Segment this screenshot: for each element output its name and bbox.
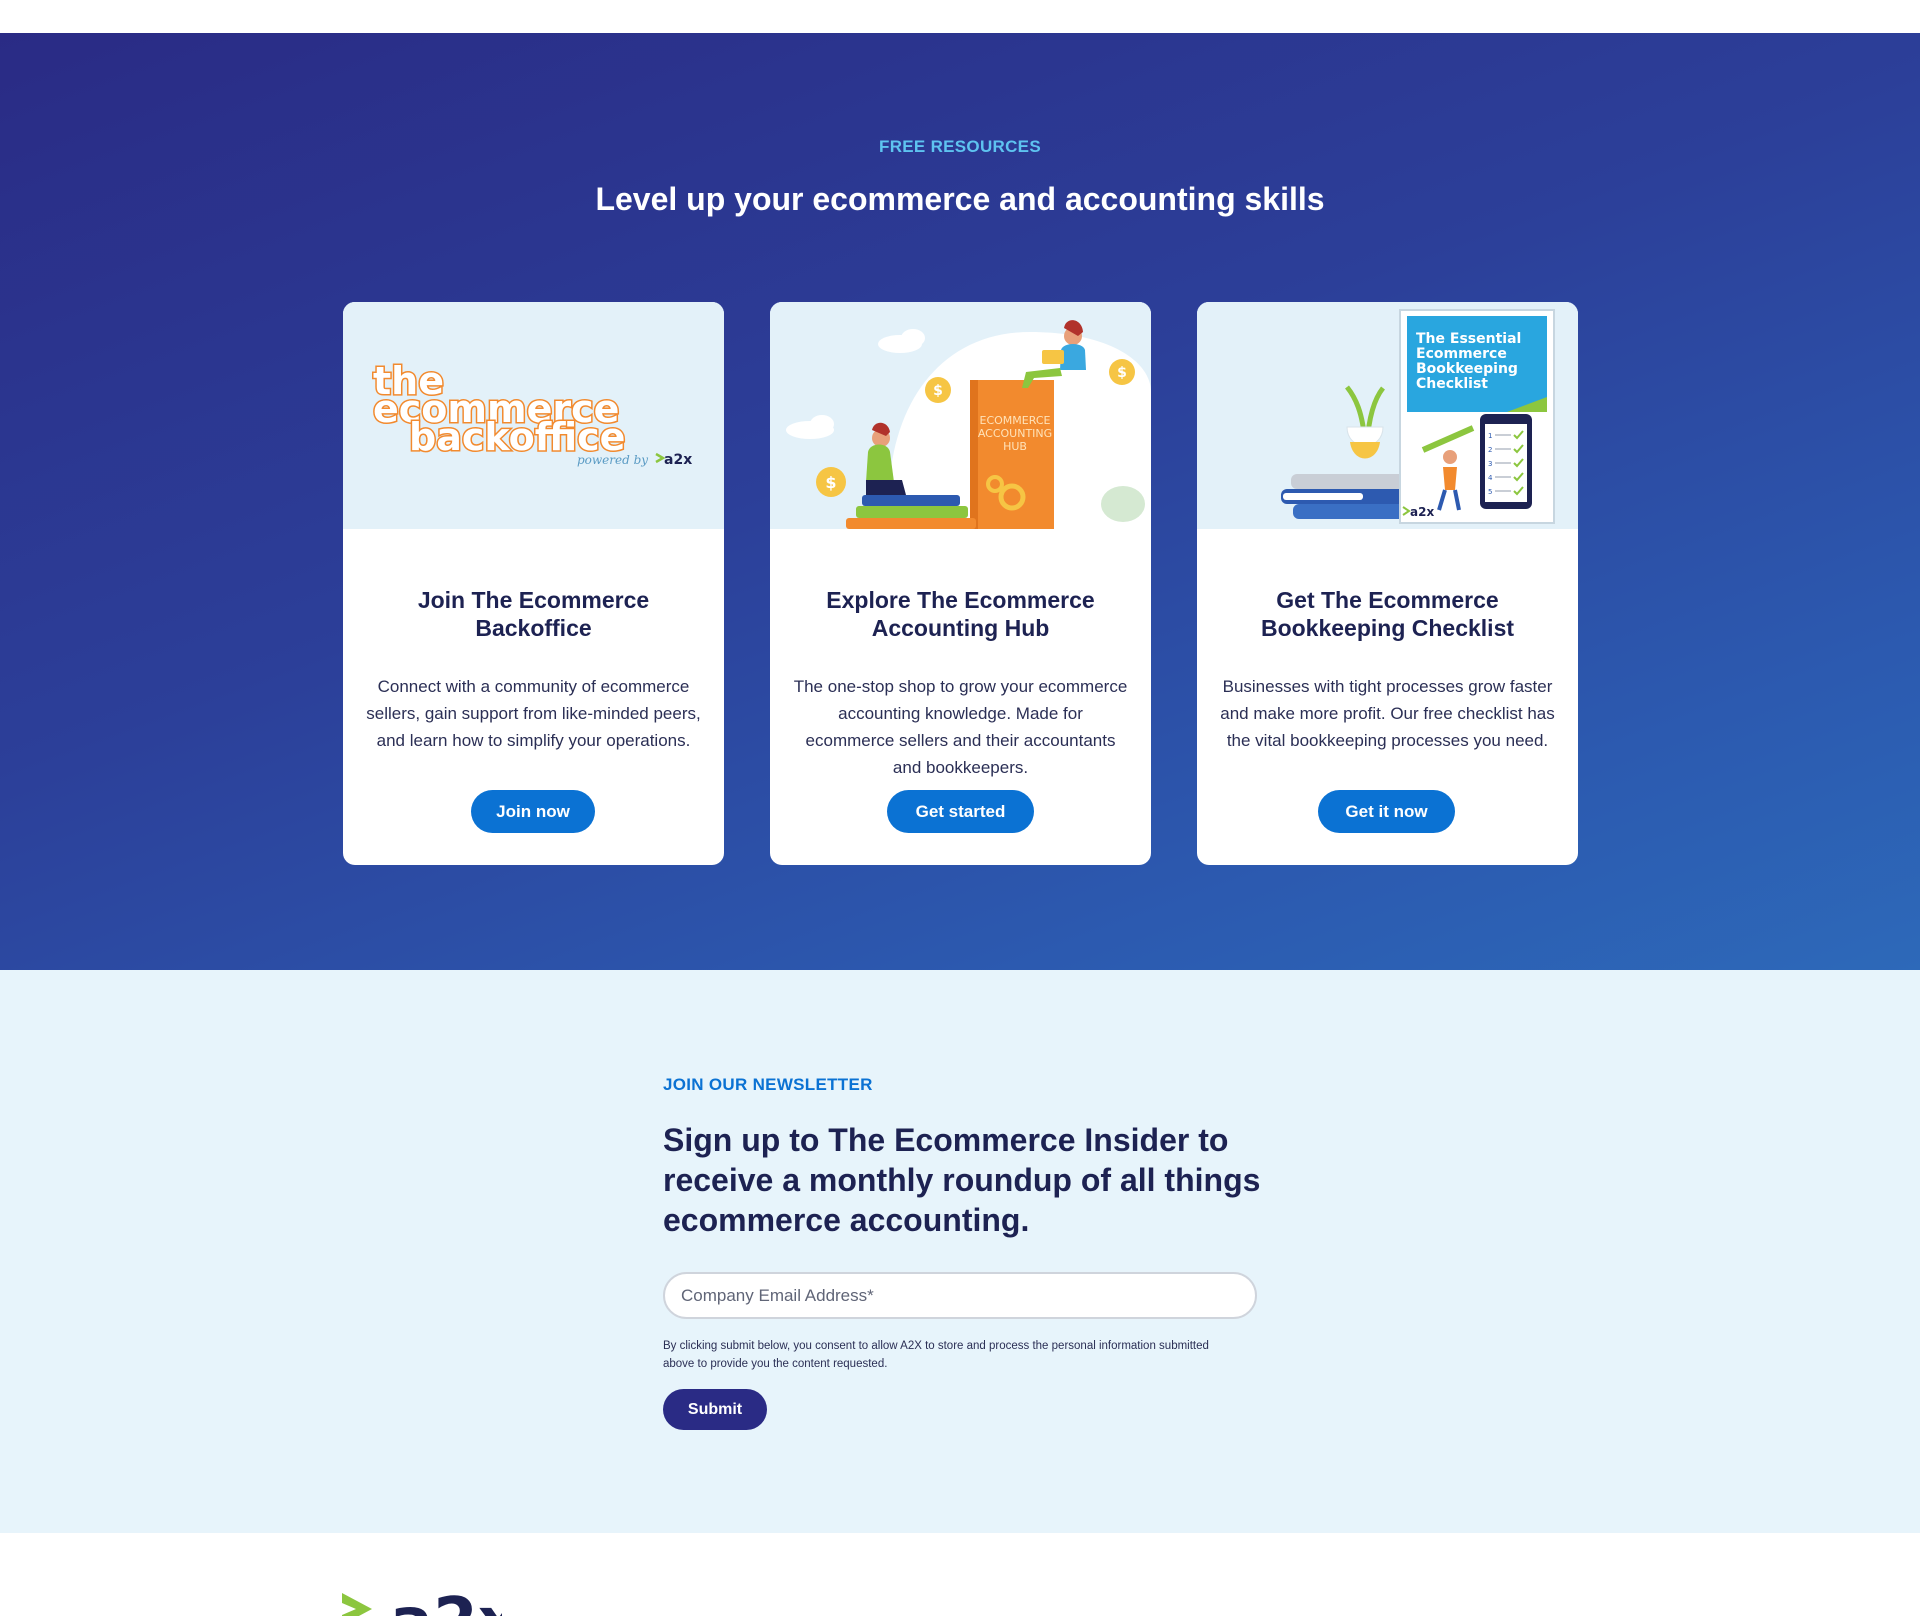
card-accounting-hub: $ $ $ ECOMMERCE ACCOUNTING HUB Explore T… (770, 302, 1151, 865)
svg-text:HUB: HUB (1003, 440, 1027, 453)
checklist-cover-icon: The Essential Ecommerce Bookkeeping Chec… (1399, 309, 1555, 524)
card-title: Explore The Ecommerce Accounting Hub (826, 587, 1095, 641)
accounting-hub-illustration: $ $ $ ECOMMERCE ACCOUNTING HUB (770, 302, 1151, 529)
card-description: Connect with a community of ecommerce se… (366, 677, 701, 750)
svg-text:The Essential: The Essential (1416, 331, 1521, 347)
free-resources-eyebrow: FREE RESOURCES (879, 137, 1041, 156)
newsletter-section: JOIN OUR NEWSLETTER Sign up to The Ecomm… (0, 970, 1920, 1533)
svg-text:Bookkeeping: Bookkeeping (1416, 361, 1518, 377)
svg-text:Ecommerce: Ecommerce (1416, 346, 1507, 362)
svg-text:ACCOUNTING: ACCOUNTING (978, 427, 1052, 440)
checklist-illustration: The Essential Ecommerce Bookkeeping Chec… (1197, 302, 1578, 529)
coin-icon: $ (925, 377, 951, 403)
company-email-field[interactable] (663, 1272, 1257, 1319)
svg-text:$: $ (825, 473, 836, 492)
svg-text:a2x: a2x (1410, 505, 1434, 519)
card-ecommerce-backoffice: the ecommerce backoffice powered by a2x … (343, 302, 724, 865)
svg-text:Checklist: Checklist (1416, 376, 1488, 392)
book-stack-icon (1281, 474, 1413, 519)
card-title: Join The Ecommerce Backoffice (417, 587, 650, 641)
submit-button[interactable]: Submit (663, 1389, 767, 1430)
consent-text: By clicking submit below, you consent to… (663, 1340, 1209, 1370)
a2x-mini-logo: a2x (664, 452, 692, 468)
coin-icon: $ (816, 467, 846, 497)
top-bar (0, 0, 1920, 33)
resources-title: Level up your ecommerce and accounting s… (595, 181, 1325, 217)
backoffice-logo-image: the ecommerce backoffice powered by a2x (343, 302, 724, 529)
newsletter-eyebrow: JOIN OUR NEWSLETTER (663, 1075, 873, 1094)
get-started-button[interactable]: Get started (887, 790, 1034, 833)
card-description: Businesses with tight processes grow fas… (1220, 677, 1555, 750)
svg-text:5: 5 (1488, 488, 1492, 496)
card-title: Get The Ecommerce Bookkeeping Checklist (1260, 587, 1515, 641)
get-it-now-button[interactable]: Get it now (1318, 790, 1455, 833)
powered-by-text: powered by (577, 453, 648, 467)
svg-text:1: 1 (1488, 432, 1492, 440)
footer: a2x (0, 1533, 1920, 1616)
a2x-logo[interactable]: a2x (342, 1591, 502, 1616)
svg-text:2: 2 (1488, 446, 1492, 454)
join-now-button[interactable]: Join now (471, 790, 595, 833)
svg-text:$: $ (933, 383, 943, 399)
card-description: The one-stop shop to grow your ecommerce… (793, 677, 1128, 777)
book-stack-icon (846, 495, 976, 529)
a2x-logo-text: a2x (390, 1591, 502, 1616)
svg-text:3: 3 (1488, 460, 1492, 468)
newsletter-title: Sign up to The Ecommerce Insider to rece… (663, 1122, 1261, 1238)
hub-book-icon: ECOMMERCE ACCOUNTING HUB (970, 380, 1054, 529)
svg-text:ECOMMERCE: ECOMMERCE (980, 414, 1051, 427)
free-resources-section: FREE RESOURCES Level up your ecommerce a… (0, 33, 1920, 970)
svg-text:$: $ (1117, 365, 1127, 381)
card-bookkeeping-checklist: The Essential Ecommerce Bookkeeping Chec… (1197, 302, 1578, 865)
svg-text:4: 4 (1488, 474, 1493, 482)
coin-icon: $ (1109, 359, 1135, 385)
